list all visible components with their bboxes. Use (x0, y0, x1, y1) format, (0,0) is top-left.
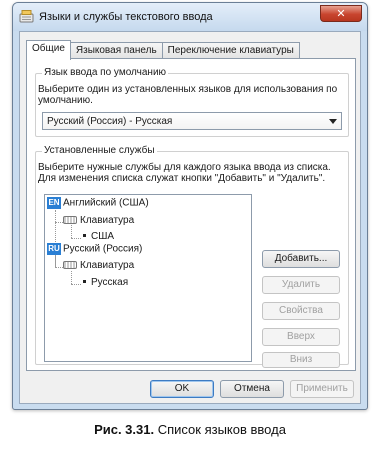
properties-button[interactable]: Свойства (262, 302, 340, 320)
installed-services-group: Установленные службы Выберите нужные слу… (35, 145, 349, 368)
tree-item-label: Клавиатура (80, 260, 135, 271)
installed-services-description: Выберите нужные службы для каждого языка… (38, 162, 331, 184)
tree-item-label: Английский (США) (63, 197, 149, 209)
tree-item-label: США (91, 231, 115, 242)
add-button[interactable]: Добавить... (262, 250, 340, 268)
close-button[interactable]: ✕ (320, 5, 362, 22)
default-language-group: Язык ввода по умолчанию Выберите один из… (35, 67, 349, 137)
close-icon: ✕ (336, 7, 346, 20)
tab-general[interactable]: Общие (26, 40, 71, 60)
tree-item-english-layout[interactable]: США (83, 231, 114, 242)
ok-button[interactable]: OK (150, 380, 214, 398)
tree-item-label: Русский (Россия) (63, 243, 143, 255)
apply-button[interactable]: Применить (290, 380, 354, 398)
tab-panel-general: Язык ввода по умолчанию Выберите один из… (26, 58, 356, 371)
keyboard-language-icon (19, 10, 34, 23)
chevron-down-icon (329, 119, 337, 124)
keyboard-icon (63, 261, 77, 270)
tree-item-label: Клавиатура (80, 215, 135, 226)
tab-language-bar[interactable]: Языковая панель (69, 42, 163, 59)
tree-item-english-keyboard[interactable]: Клавиатура (63, 215, 134, 226)
figure-caption: Рис. 3.31. Список языков ввода (0, 422, 380, 437)
cancel-button[interactable]: Отмена (220, 380, 284, 398)
default-language-select[interactable]: Русский (Россия) - Русская (42, 112, 342, 130)
move-down-button[interactable]: Вниз (262, 352, 340, 368)
language-badge: RU (47, 243, 61, 255)
tree-item-label: Русская (91, 277, 129, 288)
tree-item-russian[interactable]: RU Русский (Россия) (47, 243, 142, 255)
tree-item-russian-layout[interactable]: Русская (83, 277, 128, 288)
window-title: Языки и службы текстового ввода (39, 11, 213, 23)
move-up-button[interactable]: Вверх (262, 328, 340, 346)
tree-item-russian-keyboard[interactable]: Клавиатура (63, 260, 134, 271)
title-bar[interactable]: Языки и службы текстового ввода ✕ (13, 3, 367, 31)
dialog-window: Языки и службы текстового ввода ✕ Общие … (12, 2, 368, 410)
bullet-icon (83, 233, 86, 237)
remove-button[interactable]: Удалить (262, 276, 340, 294)
installed-services-title: Установленные службы (42, 145, 157, 156)
tab-strip: Общие Языковая панель Переключение клави… (26, 40, 300, 60)
keyboard-icon (63, 216, 77, 225)
dialog-body: Общие Языковая панель Переключение клави… (19, 31, 361, 404)
default-language-value: Русский (Россия) - Русская (47, 116, 173, 127)
language-badge: EN (47, 197, 61, 209)
bullet-icon (83, 279, 86, 283)
tab-keyboard-switching[interactable]: Переключение клавиатуры (161, 42, 300, 59)
figure-title: Список языков ввода (157, 422, 286, 437)
figure-number: Рис. 3.31. (94, 422, 155, 437)
default-language-description: Выберите один из установленных языков дл… (38, 84, 338, 106)
services-tree[interactable]: EN Английский (США) Клавиатура США RU Русс… (44, 194, 252, 362)
default-language-title: Язык ввода по умолчанию (42, 67, 169, 78)
tree-item-english[interactable]: EN Английский (США) (47, 197, 149, 209)
